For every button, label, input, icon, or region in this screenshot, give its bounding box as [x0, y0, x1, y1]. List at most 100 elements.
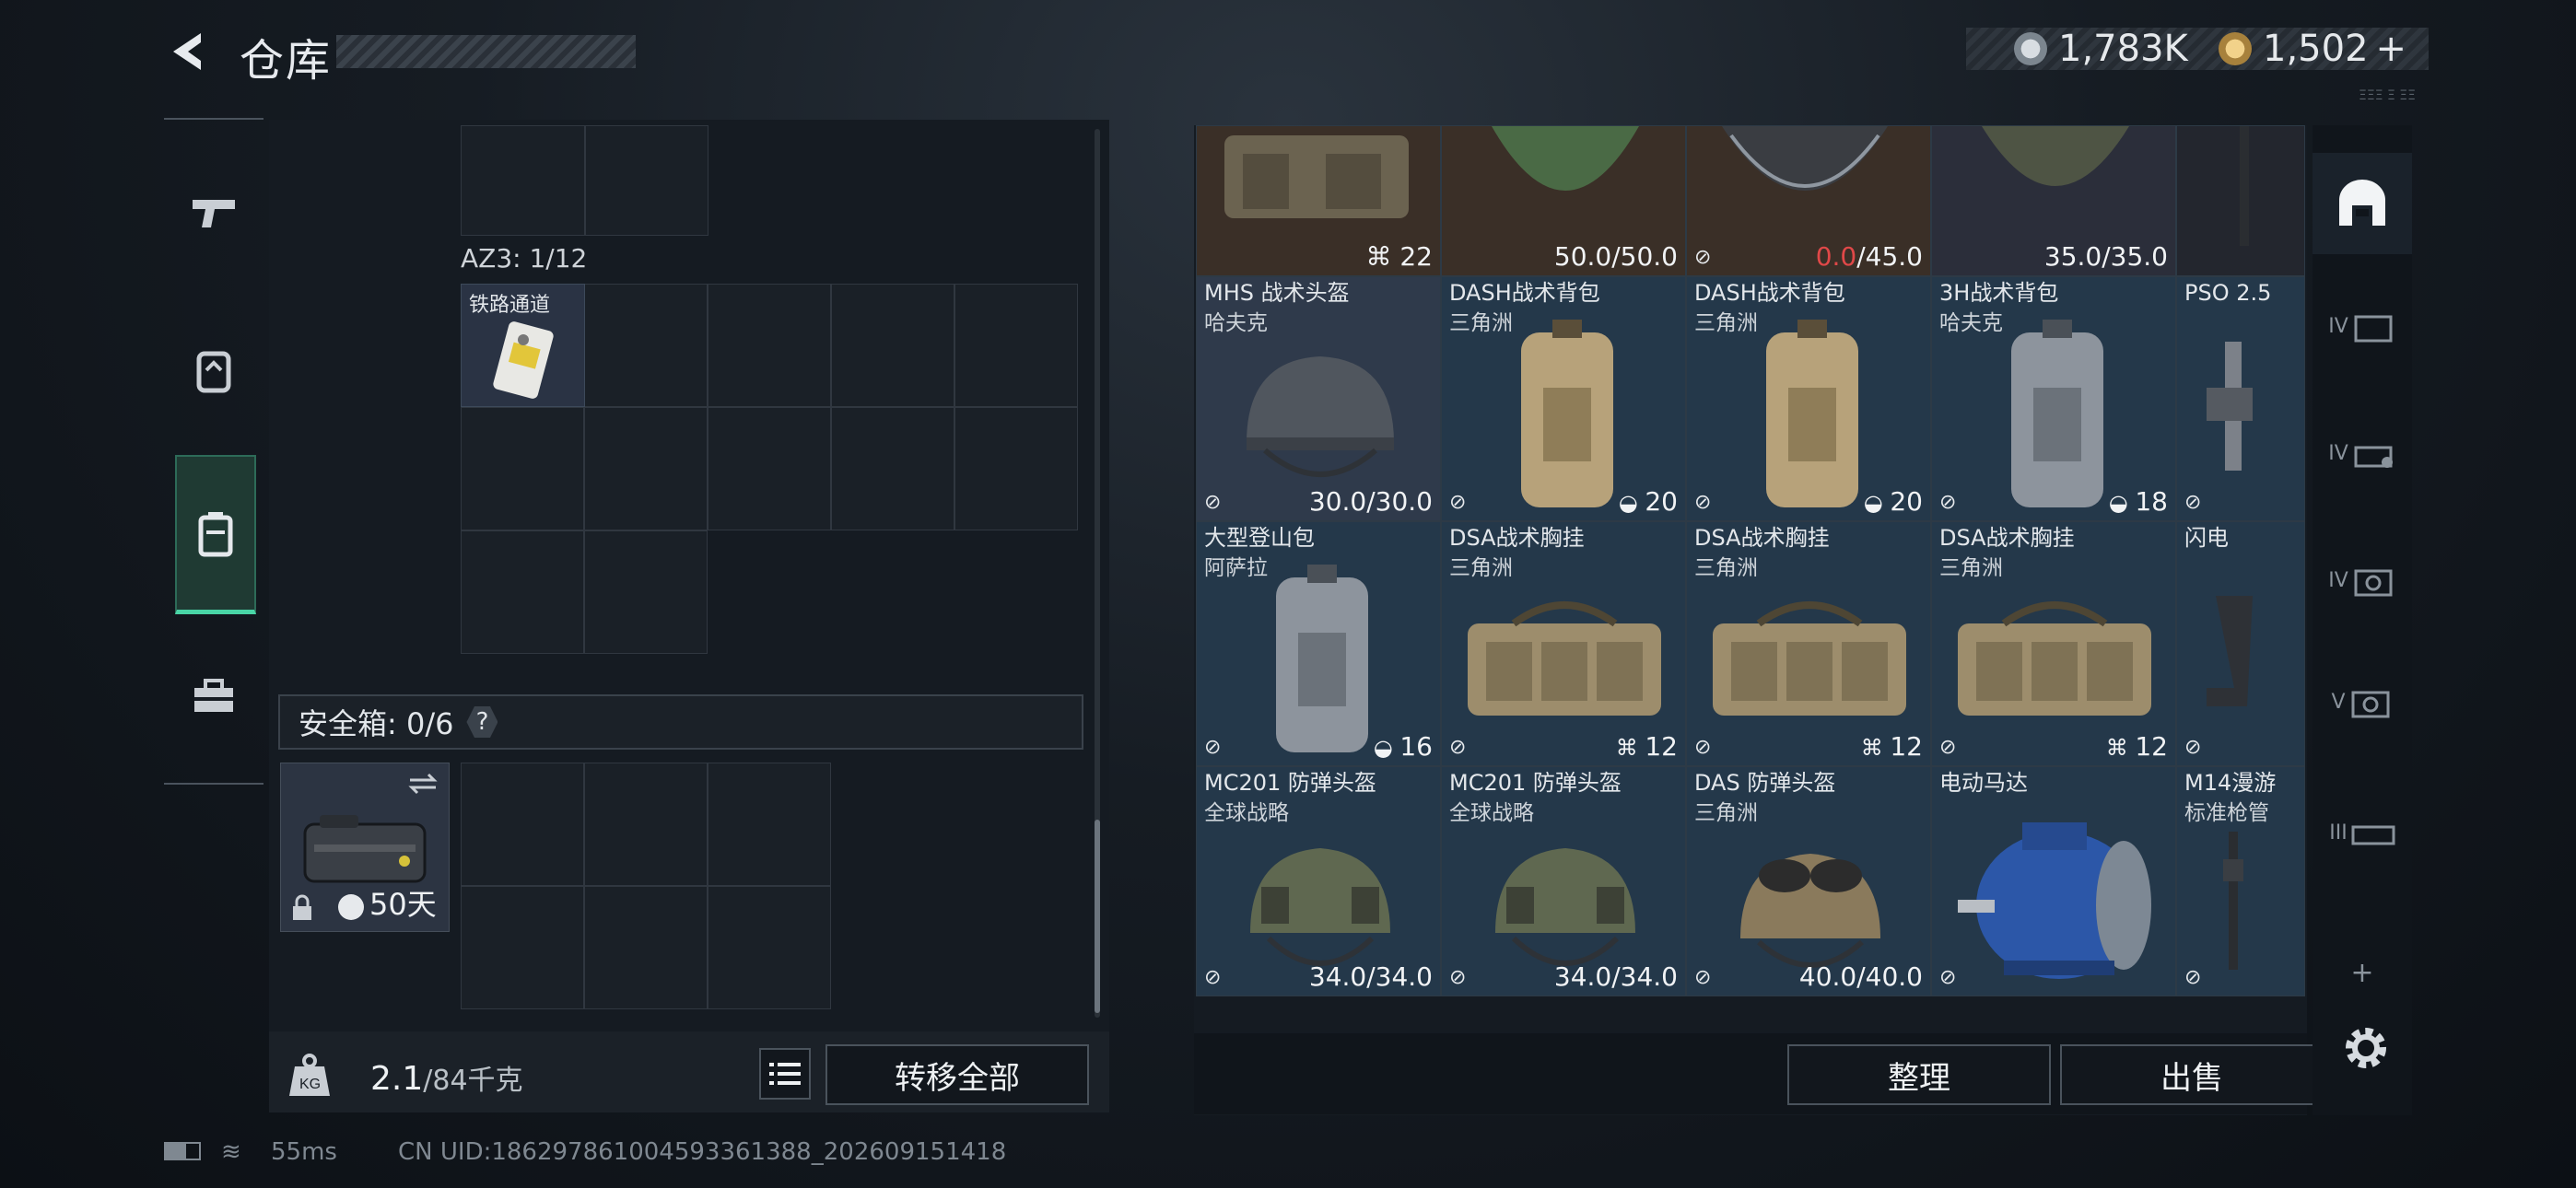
- nav-weapons[interactable]: [164, 162, 263, 263]
- rail-tier-iv-c[interactable]: IV: [2313, 534, 2412, 626]
- inventory-item[interactable]: 大型登山包 阿萨拉 ⊘ ◒ 16: [1196, 521, 1441, 766]
- nav-armor[interactable]: [164, 320, 263, 422]
- durability-value: 30.0/30.0: [1309, 486, 1433, 517]
- inventory-item[interactable]: 3H战术背包 哈夫克 ⊘ ◒ 18: [1931, 276, 2176, 521]
- inventory-item[interactable]: M14漫游 标准枪管 ⊘: [2176, 766, 2305, 996]
- az3-slot[interactable]: [708, 284, 831, 407]
- sort-button[interactable]: 整理: [1787, 1044, 2051, 1105]
- safe-box-help-button[interactable]: ?: [466, 706, 498, 738]
- inventory-item[interactable]: 电动马达 ⊘: [1931, 766, 2176, 996]
- az3-slot[interactable]: [954, 407, 1078, 530]
- bag-capacity-icon: ◒: [1618, 490, 1645, 516]
- az3-slot[interactable]: [954, 284, 1078, 407]
- timer-icon: [338, 894, 364, 920]
- backpack-icon: [198, 512, 233, 557]
- az3-label: AZ3: 1/12: [461, 243, 588, 274]
- nav-toolbox[interactable]: [164, 645, 263, 746]
- item-name: 闪电: [2184, 525, 2229, 551]
- no-sell-icon: ⊘: [1939, 736, 1957, 759]
- no-sell-icon: ⊘: [2184, 736, 2202, 759]
- stash-scrollbar[interactable]: [1095, 129, 1100, 1018]
- add-gold-button[interactable]: +: [2376, 28, 2407, 70]
- inventory-item[interactable]: 50.0/50.0: [1441, 125, 1686, 276]
- rail-tier-v[interactable]: V: [2313, 656, 2412, 748]
- capacity-value: ◒ 20: [1864, 486, 1923, 517]
- item-name: DASH战术背包: [1694, 280, 1845, 306]
- settings-button[interactable]: [2340, 1022, 2392, 1074]
- inventory-item[interactable]: DASH战术背包 三角洲 ⊘ ◒ 20: [1441, 276, 1686, 521]
- rail-item-slot[interactable]: 铁路通道: [461, 284, 585, 407]
- az3-slot[interactable]: [831, 407, 954, 530]
- value-text: 12: [1645, 731, 1678, 762]
- capacity-value: ◒ 16: [1374, 731, 1433, 762]
- durability-value: 40.0/40.0: [1799, 961, 1923, 992]
- capacity-value: ⌘ 22: [1365, 241, 1433, 272]
- tier-label: IV: [2328, 314, 2348, 338]
- nav-backpack[interactable]: [175, 455, 256, 614]
- az3-slot[interactable]: [461, 407, 584, 530]
- durability-value: 35.0/35.0: [2043, 241, 2168, 272]
- silver-currency[interactable]: 1,783K: [2014, 28, 2188, 70]
- safe-slot[interactable]: [584, 886, 708, 1009]
- no-sell-icon: ⊘: [1939, 491, 1957, 514]
- rail-all[interactable]: [2313, 153, 2412, 254]
- list-view-button[interactable]: [759, 1048, 811, 1100]
- vest-icon: ⌘: [1615, 735, 1645, 761]
- back-button[interactable]: [164, 28, 212, 76]
- inventory-item[interactable]: DSA战术胸挂 三角洲 ⊘ ⌘ 12: [1931, 521, 2176, 766]
- safe-box-item[interactable]: 50天: [280, 763, 450, 932]
- inventory-item[interactable]: PSO 2.5 ⊘: [2176, 276, 2305, 521]
- inventory-item[interactable]: [2176, 125, 2305, 276]
- no-sell-icon: ⊘: [1939, 966, 1957, 989]
- rail-add[interactable]: +: [2313, 945, 2412, 1000]
- item-name: DSA战术胸挂: [1449, 525, 1585, 551]
- az3-slot[interactable]: [708, 407, 831, 530]
- rail-tier-iv-b[interactable]: IV: [2313, 407, 2412, 499]
- safe-slot[interactable]: [461, 763, 584, 886]
- rail-tier-iii[interactable]: III: [2313, 786, 2412, 879]
- pistol-icon: [193, 200, 235, 227]
- inventory-item[interactable]: MC201 防弹头盔 全球战略 ⊘ 34.0/34.0: [1196, 766, 1441, 996]
- az3-slot[interactable]: [584, 284, 708, 407]
- inventory-item[interactable]: 闪电 ⊘: [2176, 521, 2305, 766]
- gold-currency[interactable]: 1,502 +: [2219, 28, 2406, 70]
- inventory-item[interactable]: ⊘ 0.0/45.0: [1686, 125, 1931, 276]
- safe-slot[interactable]: [584, 763, 708, 886]
- az3-slot[interactable]: [584, 407, 708, 530]
- container-cell[interactable]: [585, 125, 708, 236]
- durability-value: 34.0/34.0: [1309, 961, 1433, 992]
- filter-rail: IV IV IV V III +: [2313, 125, 2412, 1115]
- no-sell-icon: ⊘: [1694, 966, 1712, 989]
- no-sell-icon: ⊘: [1694, 491, 1712, 514]
- item-brand: 阿萨拉: [1204, 556, 1268, 580]
- inventory-item[interactable]: DAS 防弹头盔 三角洲 ⊘ 40.0/40.0: [1686, 766, 1931, 996]
- container-cell[interactable]: [461, 125, 585, 236]
- safe-slot[interactable]: [708, 763, 831, 886]
- rail-tier-iv-a[interactable]: IV: [2313, 280, 2412, 372]
- inventory-item[interactable]: DSA战术胸挂 三角洲 ⊘ ⌘ 12: [1686, 521, 1931, 766]
- item-name: DSA战术胸挂: [1939, 525, 2075, 551]
- inventory-item[interactable]: MHS 战术头盔 哈夫克 ⊘ 30.0/30.0: [1196, 276, 1441, 521]
- inventory-item[interactable]: DSA战术胸挂 三角洲 ⊘ ⌘ 12: [1441, 521, 1686, 766]
- safe-slot[interactable]: [708, 886, 831, 1009]
- item-brand: 三角洲: [1449, 311, 1513, 335]
- inventory-item[interactable]: DASH战术背包 三角洲 ⊘ ◒ 20: [1686, 276, 1931, 521]
- sell-button[interactable]: 出售: [2060, 1044, 2324, 1105]
- az3-slot[interactable]: [584, 530, 708, 654]
- wifi-icon: ≋: [221, 1138, 241, 1166]
- no-sell-icon: ⊘: [1204, 736, 1222, 759]
- tier-label: IV: [2328, 441, 2348, 465]
- bag-capacity-icon: ◒: [2108, 490, 2136, 516]
- transfer-all-button[interactable]: 转移全部: [825, 1044, 1089, 1105]
- inventory-item[interactable]: ⌘ 22: [1196, 125, 1441, 276]
- ping: 55ms: [271, 1138, 337, 1166]
- az3-slot[interactable]: [461, 530, 584, 654]
- item-name: 3H战术背包: [1939, 280, 2059, 306]
- stash-scroll-thumb[interactable]: [1095, 820, 1100, 1013]
- az3-slot[interactable]: [831, 284, 954, 407]
- weight-value: 2.1: [370, 1060, 424, 1098]
- inventory-item[interactable]: MC201 防弹头盔 全球战略 ⊘ 34.0/34.0: [1441, 766, 1686, 996]
- inventory-item[interactable]: 35.0/35.0: [1931, 125, 2176, 276]
- durability-value: 0.0/45.0: [1815, 241, 1923, 272]
- safe-slot[interactable]: [461, 886, 584, 1009]
